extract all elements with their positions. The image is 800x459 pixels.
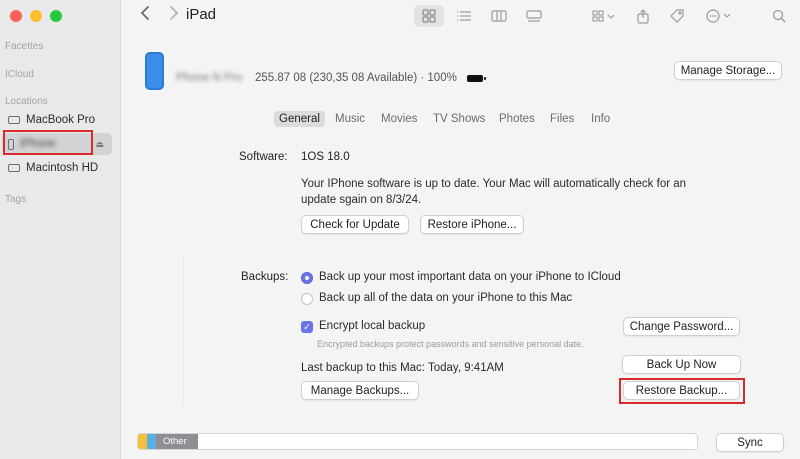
manage-backups-button[interactable]: Manage Backups... [301,381,419,400]
software-label: Software: [239,151,288,163]
chevron-right-icon[interactable] [168,5,180,25]
disk-icon [8,116,20,124]
encrypt-backup-checkbox[interactable]: ✓ [301,321,313,333]
group-by-button[interactable] [585,5,623,27]
software-status-line2: update sgain on 8/3/24. [301,194,422,206]
sidebar-item-label: MacBook Pro [26,114,96,126]
eject-icon[interactable]: ⏏ [95,139,104,150]
share-button[interactable] [628,5,658,27]
zoom-window-button[interactable] [50,10,62,22]
icon-view-button[interactable] [414,5,444,27]
sync-button[interactable]: Sync [716,433,784,452]
storage-segment-blue [147,434,156,449]
close-window-button[interactable] [10,10,22,22]
backups-label: Backups: [241,271,289,283]
sidebar: Facettes ICloud Locations MacBook Pro iP… [0,0,121,459]
window-title: iPad [186,6,217,23]
tag-button[interactable] [662,5,692,27]
column-view-button[interactable] [484,5,514,27]
tab-info[interactable]: Info [586,111,615,127]
grid-icon [422,9,436,23]
search-button[interactable] [764,5,794,27]
backup-icloud-option-label: Back up your most important data on your… [319,271,621,283]
more-actions-button[interactable] [700,5,738,27]
storage-bar: Other [137,433,698,450]
encrypt-backup-label: Encrypt local backup [319,320,426,332]
backup-mac-option-label: Back up all of the data on your iPhone t… [319,292,573,304]
tab-general[interactable]: General [274,111,325,127]
ellipsis-circle-icon [706,9,731,23]
tag-icon [670,9,684,23]
software-version: 1OS 18.0 [301,151,350,163]
highlight-box-restore-backup [619,378,745,404]
sidebar-item-label: Macintosh HD [26,162,99,174]
search-icon [772,9,786,23]
sidebar-heading-icloud: ICloud [5,69,34,80]
encrypt-backup-note: Encrypted backups protect passwords and … [317,339,584,349]
chevron-left-icon[interactable] [139,5,151,25]
list-icon [457,11,471,21]
manage-storage-button[interactable]: Manage Storage... [674,61,782,80]
divider [183,255,184,405]
backup-mac-radio[interactable] [301,293,313,305]
device-name: Phone N Pro [176,72,242,84]
device-image [145,52,164,90]
check-for-update-button[interactable]: Check for Update [301,215,409,234]
window-controls [10,10,62,22]
tab-files[interactable]: Files [545,111,579,127]
device-info: 255.87 08 (230,35 08 Available) · 100% [255,72,457,84]
restore-iphone-button[interactable]: Restore iPhone... [420,215,524,234]
sidebar-item-macintosh-hd[interactable]: Macintosh HD [2,157,112,179]
gallery-icon [526,10,542,22]
columns-icon [491,10,507,22]
sidebar-heading-locations: Locations [5,96,48,107]
minimize-window-button[interactable] [30,10,42,22]
software-status-line1: Your IPhone software is up to date. Your… [301,178,687,190]
highlight-box-iphone [3,130,93,155]
sidebar-heading-favorites: Facettes [5,41,44,52]
sidebar-item-macbook-pro[interactable]: MacBook Pro [2,109,112,131]
change-password-button[interactable]: Change Password... [623,317,740,336]
list-view-button[interactable] [449,5,479,27]
storage-segment-other: Other [156,434,198,449]
tab-tv-shows[interactable]: TV Shows [428,111,490,127]
tab-movies[interactable]: Movies [376,111,422,127]
tab-photos[interactable]: Photes [494,111,540,127]
sidebar-heading-tags: Tags [5,194,27,205]
backup-icloud-radio[interactable] [301,272,313,284]
last-backup-text: Last backup to this Mac: Today, 9:41AM [301,362,504,374]
group-icon [592,10,615,22]
tab-music[interactable]: Music [330,111,370,127]
storage-segment-yellow [138,434,147,449]
disk-icon [8,164,20,172]
share-icon [637,8,649,24]
gallery-view-button[interactable] [519,5,549,27]
back-up-now-button[interactable]: Back Up Now [622,355,741,374]
battery-icon [467,75,486,82]
